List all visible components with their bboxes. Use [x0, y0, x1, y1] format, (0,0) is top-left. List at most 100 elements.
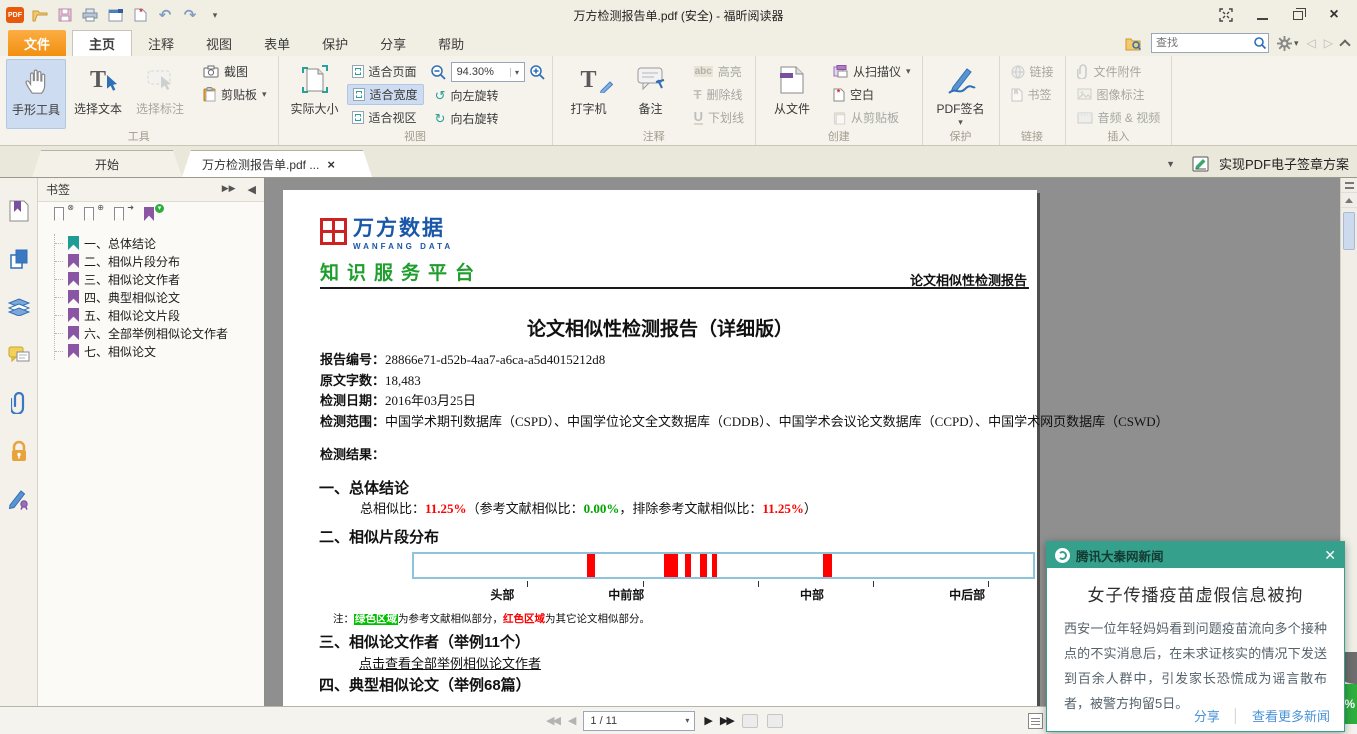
create-from-file-button[interactable]: 从文件 — [762, 59, 822, 129]
attachments-panel-icon[interactable] — [6, 390, 32, 416]
fit-visible-button[interactable]: 适合视区 — [347, 107, 424, 128]
page-number-combo[interactable]: 1 / 11 ▾ — [583, 710, 696, 731]
tab-start[interactable]: 开始 — [32, 150, 182, 177]
tab-list-dropdown[interactable]: ▼ — [1166, 159, 1175, 169]
ribbon-group-insert: 文件附件 图像标注 音频 & 视频 插入 — [1066, 56, 1173, 145]
bookmark-item[interactable]: 七、相似论文 — [55, 342, 264, 360]
quick-access-dropdown[interactable]: ▾ — [206, 6, 224, 24]
menu-tab-view[interactable]: 视图 — [190, 30, 248, 56]
set-destination-icon[interactable]: ➜ — [114, 204, 134, 223]
distribution-axis: 头部 中前部 中部 中后部 — [412, 581, 1035, 603]
ribbon-group-view: 实际大小 适合页面 适合宽度 适合视区 94.30% ▾ ↺ 向左旋转 ↻ 向右… — [279, 56, 553, 145]
next-page-button[interactable]: ▶ — [704, 714, 713, 727]
report-title: 论文相似性检测报告（详细版） — [526, 319, 793, 340]
bookmarks-panel-icon[interactable] — [6, 198, 32, 224]
restore-button[interactable] — [1287, 6, 1309, 24]
image-icon — [1077, 88, 1092, 100]
expand-bookmarks-icon[interactable]: ▾ — [144, 204, 164, 223]
float-pages-icon[interactable] — [1215, 6, 1237, 24]
axis-label: 头部 — [490, 588, 515, 602]
view-all-authors-link[interactable]: 点击查看全部举例相似论文作者 — [359, 653, 541, 672]
menu-tab-form[interactable]: 表单 — [248, 30, 306, 56]
first-page-button[interactable]: ◀◀ — [546, 714, 561, 727]
redo-icon[interactable]: ↷ — [181, 6, 199, 24]
menu-tab-share[interactable]: 分享 — [364, 30, 422, 56]
snapshot-button[interactable]: 截图 — [198, 61, 272, 82]
menu-tab-comment[interactable]: 注释 — [132, 30, 190, 56]
close-button[interactable]: × — [1323, 6, 1345, 24]
find-previous-icon[interactable]: ◁ — [1307, 36, 1316, 50]
actual-size-button[interactable]: 实际大小 — [285, 59, 345, 129]
print-icon[interactable] — [81, 6, 99, 24]
single-page-view-icon[interactable] — [1028, 713, 1043, 729]
new-document-icon[interactable]: * — [131, 6, 149, 24]
promo-banner[interactable]: ▼ 实现PDF电子签章方案 — [1166, 154, 1357, 177]
tab-close-icon[interactable]: × — [327, 157, 335, 172]
tab-current-document[interactable]: 万方检测报告单.pdf ... × — [182, 150, 372, 177]
collapse-ribbon-icon[interactable] — [1339, 39, 1351, 51]
menu-tab-protect[interactable]: 保护 — [306, 30, 364, 56]
signatures-panel-icon[interactable] — [6, 486, 32, 512]
search-input[interactable] — [1152, 37, 1252, 49]
select-text-button[interactable]: T 选择文本 — [68, 59, 128, 129]
bookmark-item[interactable]: 六、全部举例相似论文作者 — [55, 324, 264, 342]
clipboard-icon — [203, 87, 216, 102]
split-view-handle[interactable] — [1341, 178, 1357, 193]
create-blank-button[interactable]: * 空白 — [828, 84, 916, 105]
email-icon[interactable] — [106, 6, 124, 24]
comments-panel-icon[interactable] — [6, 342, 32, 368]
undo-icon[interactable]: ↶ — [156, 6, 174, 24]
bookmark-item[interactable]: 三、相似论文作者 — [55, 270, 264, 288]
share-link[interactable]: 分享 — [1194, 706, 1220, 725]
save-icon[interactable] — [56, 6, 74, 24]
zoom-in-icon[interactable] — [529, 64, 546, 81]
search-folder-icon[interactable] — [1125, 36, 1143, 51]
more-news-link[interactable]: 查看更多新闻 — [1252, 706, 1330, 725]
rotate-left-button[interactable]: ↺ 向左旋转 — [430, 85, 546, 106]
create-from-scanner-button[interactable]: 从扫描仪 ▾ — [828, 61, 916, 82]
layers-panel-icon[interactable] — [6, 294, 32, 320]
hand-icon — [21, 64, 51, 98]
window-controls: × — [1215, 6, 1351, 24]
typewriter-button[interactable]: T 打字机 — [559, 59, 619, 129]
bookmark-item[interactable]: 一、总体结论 — [55, 234, 264, 252]
delete-bookmark-icon[interactable]: ⊗ — [54, 204, 74, 223]
find-next-icon[interactable]: ▷ — [1324, 36, 1333, 50]
last-page-button[interactable]: ▶▶ — [720, 714, 735, 727]
audio-video-button: 音频 & 视频 — [1072, 107, 1166, 128]
bookmark-item[interactable]: 四、典型相似论文 — [55, 288, 264, 306]
note-button[interactable]: 备注 — [621, 59, 681, 129]
pages-panel-icon[interactable] — [6, 246, 32, 272]
zoom-level-combo[interactable]: 94.30% ▾ — [450, 62, 525, 82]
fit-width-button[interactable]: 适合宽度 — [346, 84, 424, 105]
bookmark-item[interactable]: 五、相似论文片段 — [55, 306, 264, 324]
clipboard-button[interactable]: 剪贴板 ▾ — [198, 84, 272, 105]
minimize-button[interactable] — [1251, 6, 1273, 24]
previous-page-button[interactable]: ◀ — [568, 714, 577, 727]
search-icon[interactable] — [1252, 35, 1268, 51]
zoom-out-icon[interactable] — [430, 64, 447, 81]
fit-page-button[interactable]: 适合页面 — [347, 61, 424, 82]
panel-expand-icon[interactable]: ▶▶ — [222, 183, 236, 196]
panel-collapse-icon[interactable]: ◀ — [248, 183, 256, 196]
news-close-icon[interactable]: ✕ — [1324, 548, 1336, 562]
pdf-sign-dropdown[interactable]: ▾ — [958, 117, 963, 128]
bookmark-item[interactable]: 二、相似片段分布 — [55, 252, 264, 270]
open-icon[interactable] — [31, 6, 49, 24]
scrollbar-thumb[interactable] — [1343, 212, 1355, 250]
security-panel-icon[interactable] — [6, 438, 32, 464]
hand-tool-button[interactable]: 手形工具 — [6, 59, 66, 129]
menu-tab-help[interactable]: 帮助 — [422, 30, 480, 56]
fit-width-icon — [352, 88, 365, 101]
bookmarks-panel: 书签 ▶▶ ◀ ⊗ ⊕ ➜ ▾ 一、总体结论 二、相似片段分布 三、相似论文作者… — [38, 178, 265, 706]
report-meta: 报告编号：28866e71-d52b-4aa7-a6ca-a5d4015212d… — [320, 350, 1169, 432]
news-headline[interactable]: 女子传播疫苗虚假信息被拘 — [1047, 581, 1344, 606]
pdf-sign-button[interactable]: PDF签名 ▾ — [929, 59, 993, 129]
news-popup-header: 腾讯大秦网新闻 ✕ — [1047, 542, 1344, 568]
menu-tab-home[interactable]: 主页 — [72, 30, 133, 56]
menu-tab-file[interactable]: 文件 — [8, 30, 67, 56]
scroll-up-icon[interactable] — [1341, 193, 1357, 208]
settings-gear-icon[interactable]: ▾ — [1277, 35, 1299, 51]
add-bookmark-icon[interactable]: ⊕ — [84, 204, 104, 223]
rotate-right-button[interactable]: ↻ 向右旋转 — [430, 108, 546, 129]
